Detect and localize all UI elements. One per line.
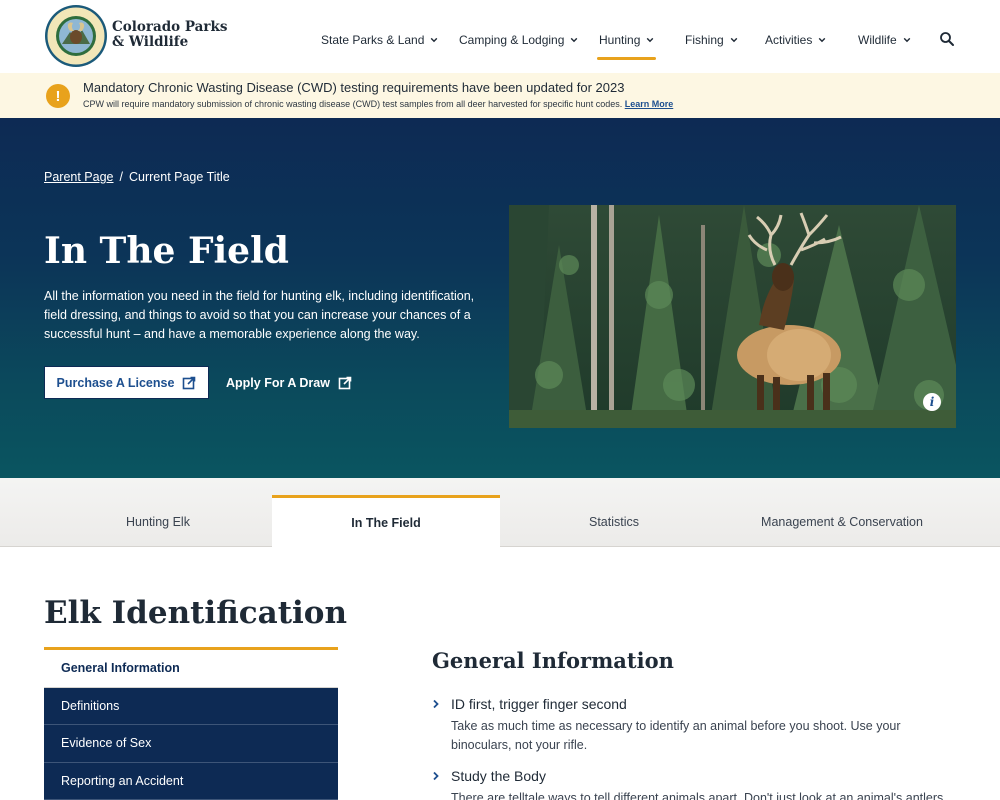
point-heading-text: Study the Body — [451, 768, 546, 784]
side-nav-item-general-information[interactable]: General Information — [44, 650, 338, 688]
side-nav-item-definitions[interactable]: Definitions — [44, 687, 338, 725]
search-icon[interactable] — [938, 30, 956, 48]
point-heading-text: ID first, trigger finger second — [451, 696, 627, 712]
section-title: Elk Identification — [44, 595, 348, 631]
site-header: Colorado Parks & Wildlife State Parks & … — [0, 0, 1000, 73]
nav-item-fishing[interactable]: Fishing — [685, 31, 738, 49]
list-item: Study the Body There are telltale ways t… — [432, 768, 962, 800]
nav-label: Wildlife — [858, 33, 897, 47]
page-title: In The Field — [44, 230, 289, 272]
chevron-right-icon — [432, 769, 451, 783]
breadcrumb-separator: / — [119, 170, 123, 184]
purchase-license-button[interactable]: Purchase A License — [44, 366, 209, 399]
side-nav-item-reporting-accident[interactable]: Reporting an Accident — [44, 762, 338, 800]
nav-item-wildlife[interactable]: Wildlife — [858, 31, 911, 49]
chevron-down-icon — [571, 37, 578, 43]
side-nav-label: General Information — [61, 661, 180, 676]
button-label: Apply For A Draw — [226, 375, 330, 390]
nav-label: Activities — [765, 33, 813, 47]
chevron-down-icon — [647, 37, 654, 43]
tab-in-the-field[interactable]: In The Field — [272, 495, 500, 548]
chevron-down-icon — [819, 37, 826, 43]
nav-label: Camping & Lodging — [459, 33, 565, 47]
list-item: ID first, trigger finger second Take as … — [432, 696, 962, 755]
main-nav: State Parks & Land Camping & Lodging Hun… — [0, 0, 1000, 73]
external-link-icon — [183, 376, 196, 389]
apply-for-draw-button[interactable]: Apply For A Draw — [226, 366, 352, 399]
alert-body: CPW will require mandatory submission of… — [83, 99, 623, 109]
nav-label: Fishing — [685, 33, 724, 47]
tab-management-conservation[interactable]: Management & Conservation — [728, 478, 956, 547]
side-nav: General Information Definitions Evidence… — [44, 647, 338, 800]
chevron-down-icon — [431, 37, 438, 43]
breadcrumb-parent-link[interactable]: Parent Page — [44, 170, 114, 184]
tab-label: Management & Conservation — [761, 514, 923, 529]
nav-item-hunting[interactable]: Hunting — [596, 31, 657, 60]
elk-photo — [509, 205, 956, 428]
point-heading[interactable]: ID first, trigger finger second — [432, 696, 962, 712]
button-label: Purchase A License — [56, 375, 175, 390]
side-nav-label: Definitions — [61, 698, 120, 713]
learn-more-link[interactable]: Learn More — [625, 99, 674, 109]
nav-label: Hunting — [599, 33, 641, 47]
breadcrumb-current: Current Page Title — [128, 170, 230, 184]
alert-text: CPW will require mandatory submission of… — [83, 99, 673, 109]
side-nav-label: Reporting an Accident — [61, 773, 184, 788]
tab-label: In The Field — [351, 516, 421, 530]
page-tabs: Hunting Elk In The Field Statistics Mana… — [0, 478, 1000, 548]
tab-label: Hunting Elk — [126, 514, 190, 529]
nav-item-camping[interactable]: Camping & Lodging — [459, 31, 578, 49]
side-nav-item-evidence-of-sex[interactable]: Evidence of Sex — [44, 725, 338, 763]
chevron-right-icon — [432, 697, 451, 711]
nav-item-state-parks[interactable]: State Parks & Land — [321, 31, 438, 49]
chevron-down-icon — [903, 37, 910, 43]
point-text: Take as much time as necessary to identi… — [451, 719, 901, 752]
chevron-down-icon — [730, 37, 737, 43]
breadcrumb: Parent Page / Current Page Title — [44, 170, 230, 184]
point-text: There are telltale ways to tell differen… — [451, 791, 947, 800]
nav-label: State Parks & Land — [321, 33, 425, 47]
tab-label: Statistics — [588, 514, 639, 529]
external-link-icon — [338, 376, 352, 389]
hero-description: All the information you need in the fiel… — [44, 289, 475, 341]
alert-icon: ! — [46, 84, 70, 108]
nav-item-activities[interactable]: Activities — [765, 31, 826, 49]
alert-title: Mandatory Chronic Wasting Disease (CWD) … — [83, 80, 625, 95]
info-icon[interactable]: i — [923, 393, 941, 411]
side-nav-label: Evidence of Sex — [61, 736, 152, 751]
tab-hunting-elk[interactable]: Hunting Elk — [44, 478, 272, 547]
point-heading[interactable]: Study the Body — [432, 768, 962, 784]
tab-statistics[interactable]: Statistics — [500, 478, 728, 547]
content-title: General Information — [432, 648, 674, 673]
